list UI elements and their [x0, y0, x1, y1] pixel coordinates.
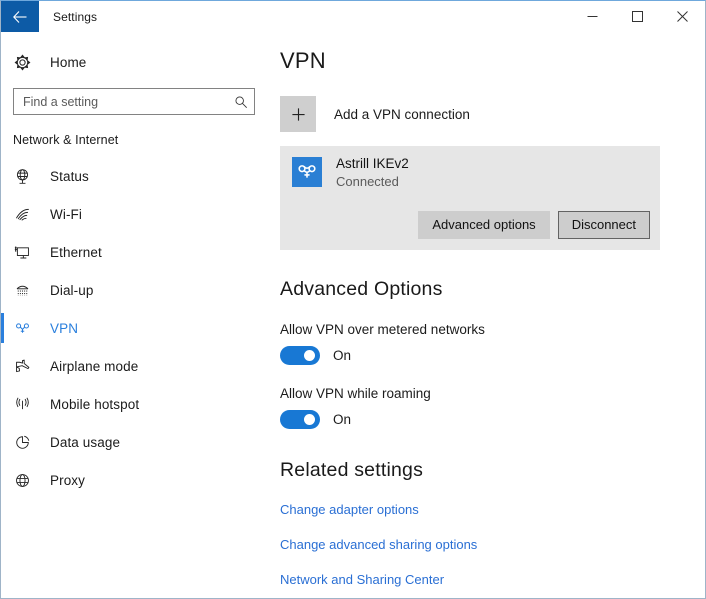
dialup-icon — [14, 282, 44, 299]
vpn-connection-meta: Astrill IKEv2 Connected — [322, 156, 409, 190]
maximize-icon — [632, 11, 643, 22]
astrill-vpn-icon — [292, 157, 322, 187]
roaming-label: Allow VPN while roaming — [277, 386, 705, 401]
metered-networks-toggle[interactable] — [280, 346, 320, 365]
sidebar-item-label: Ethernet — [44, 245, 102, 260]
sidebar-home-label: Home — [44, 55, 86, 70]
globe-status-icon — [14, 168, 44, 185]
settings-window: Settings — [0, 0, 706, 599]
data-usage-pie-icon — [14, 434, 44, 451]
wifi-icon — [14, 206, 44, 223]
title-bar: Settings — [1, 1, 705, 32]
sidebar-item-proxy[interactable]: Proxy — [1, 461, 269, 499]
sidebar-item-label: Airplane mode — [44, 359, 138, 374]
hotspot-icon — [14, 396, 44, 413]
related-settings-heading: Related settings — [277, 459, 705, 482]
app-title: Settings — [39, 1, 97, 32]
search-icon — [234, 95, 248, 109]
metered-networks-label: Allow VPN over metered networks — [277, 322, 705, 337]
vpn-connection-name: Astrill IKEv2 — [336, 156, 409, 172]
sidebar-item-home[interactable]: Home — [1, 42, 269, 82]
advanced-options-button[interactable]: Advanced options — [418, 211, 549, 239]
plus-icon — [280, 96, 316, 132]
sidebar-item-airplane-mode[interactable]: Airplane mode — [1, 347, 269, 385]
main-content: VPN Add a VPN connection — [269, 32, 705, 598]
vpn-connection-info: Astrill IKEv2 Connected — [292, 156, 650, 190]
advanced-options-heading: Advanced Options — [277, 278, 705, 301]
page-title: VPN — [277, 32, 705, 74]
search-box[interactable] — [13, 88, 255, 115]
sidebar-item-status[interactable]: Status — [1, 157, 269, 195]
add-vpn-connection-button[interactable]: Add a VPN connection — [280, 96, 660, 132]
minimize-button[interactable] — [570, 1, 615, 32]
vpn-key-icon — [14, 320, 44, 337]
airplane-icon — [14, 358, 44, 375]
back-arrow-icon — [12, 10, 28, 24]
sidebar-item-data-usage[interactable]: Data usage — [1, 423, 269, 461]
sidebar-item-label: Data usage — [44, 435, 120, 450]
sidebar: Home Network & Internet — [1, 32, 269, 598]
sidebar-item-label: Status — [44, 169, 89, 184]
sidebar-item-label: Wi-Fi — [44, 207, 82, 222]
toggle-knob — [304, 350, 315, 361]
roaming-toggle-row: On — [277, 410, 705, 429]
sidebar-item-wifi[interactable]: Wi-Fi — [1, 195, 269, 233]
back-button[interactable] — [1, 1, 39, 32]
sidebar-item-label: VPN — [44, 321, 78, 336]
sidebar-item-label: Proxy — [44, 473, 85, 488]
disconnect-button[interactable]: Disconnect — [558, 211, 650, 239]
minimize-icon — [587, 11, 598, 22]
sidebar-item-ethernet[interactable]: Ethernet — [1, 233, 269, 271]
close-icon — [677, 11, 688, 22]
add-vpn-connection-label: Add a VPN connection — [316, 107, 470, 122]
ethernet-icon — [14, 244, 44, 261]
close-button[interactable] — [660, 1, 705, 32]
link-change-adapter-options[interactable]: Change adapter options — [277, 502, 419, 517]
sidebar-item-dial-up[interactable]: Dial-up — [1, 271, 269, 309]
vpn-connection-card[interactable]: Astrill IKEv2 Connected Advanced options… — [280, 146, 660, 250]
search-input[interactable] — [23, 95, 234, 109]
sidebar-item-label: Dial-up — [44, 283, 93, 298]
sidebar-item-label: Mobile hotspot — [44, 397, 139, 412]
metered-networks-toggle-state: On — [320, 348, 351, 363]
roaming-toggle[interactable] — [280, 410, 320, 429]
vpn-card-actions: Advanced options Disconnect — [292, 211, 650, 239]
sidebar-item-mobile-hotspot[interactable]: Mobile hotspot — [1, 385, 269, 423]
gear-icon — [14, 54, 44, 71]
window-body: Home Network & Internet — [1, 32, 705, 598]
link-network-and-sharing-center[interactable]: Network and Sharing Center — [277, 572, 444, 587]
sidebar-category-label: Network & Internet — [1, 115, 269, 157]
window-controls — [570, 1, 705, 32]
maximize-button[interactable] — [615, 1, 660, 32]
sidebar-item-vpn[interactable]: VPN — [1, 309, 269, 347]
vpn-connection-status: Connected — [336, 173, 409, 190]
roaming-toggle-state: On — [320, 412, 351, 427]
metered-networks-toggle-row: On — [277, 346, 705, 365]
toggle-knob — [304, 414, 315, 425]
globe-proxy-icon — [14, 472, 44, 489]
link-change-advanced-sharing-options[interactable]: Change advanced sharing options — [277, 537, 477, 552]
